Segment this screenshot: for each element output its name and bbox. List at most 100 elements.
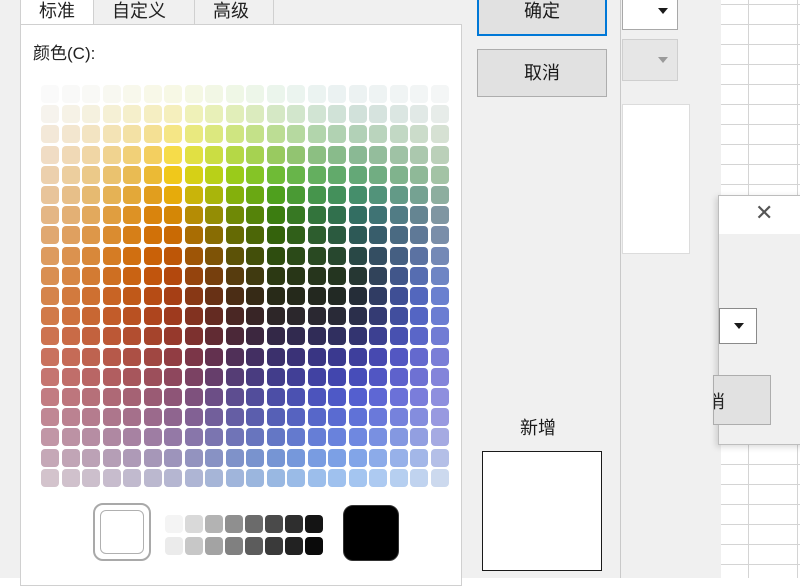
color-swatch[interactable] bbox=[61, 307, 80, 326]
color-swatch[interactable] bbox=[102, 367, 121, 386]
color-swatch[interactable] bbox=[123, 85, 141, 103]
color-swatch[interactable] bbox=[82, 266, 100, 285]
color-swatch[interactable] bbox=[205, 307, 223, 326]
color-swatch[interactable] bbox=[225, 145, 244, 164]
color-swatch[interactable] bbox=[287, 448, 305, 467]
color-swatch[interactable] bbox=[328, 165, 346, 184]
color-swatch[interactable] bbox=[369, 145, 387, 164]
color-swatch[interactable] bbox=[307, 468, 326, 487]
color-swatch[interactable] bbox=[82, 388, 100, 406]
color-swatch[interactable] bbox=[205, 206, 223, 225]
color-swatch[interactable] bbox=[123, 468, 141, 487]
color-swatch[interactable] bbox=[184, 388, 203, 406]
color-swatch[interactable] bbox=[246, 186, 264, 204]
color-swatch[interactable] bbox=[205, 266, 223, 285]
color-swatch[interactable] bbox=[389, 388, 408, 406]
gray-swatch[interactable] bbox=[285, 515, 303, 533]
color-swatch[interactable] bbox=[307, 226, 326, 245]
color-swatch[interactable] bbox=[184, 266, 203, 285]
color-swatch[interactable] bbox=[307, 327, 326, 346]
color-swatch[interactable] bbox=[348, 448, 367, 467]
color-swatch[interactable] bbox=[205, 105, 223, 124]
color-swatch[interactable] bbox=[123, 367, 141, 386]
color-swatch[interactable] bbox=[143, 145, 162, 164]
color-swatch[interactable] bbox=[266, 85, 285, 103]
gray-swatch[interactable] bbox=[305, 515, 323, 533]
color-swatch[interactable] bbox=[328, 125, 346, 144]
color-swatch[interactable] bbox=[307, 246, 326, 265]
color-swatch[interactable] bbox=[225, 408, 244, 427]
color-swatch[interactable] bbox=[41, 388, 59, 406]
color-swatch[interactable] bbox=[328, 246, 346, 265]
color-swatch[interactable] bbox=[41, 105, 59, 124]
color-swatch[interactable] bbox=[225, 448, 244, 467]
color-swatch[interactable] bbox=[184, 367, 203, 386]
color-swatch[interactable] bbox=[41, 448, 59, 467]
color-swatch[interactable] bbox=[266, 226, 285, 245]
tab-custom[interactable]: 自定义 bbox=[93, 0, 195, 24]
color-swatch[interactable] bbox=[143, 388, 162, 406]
color-swatch[interactable] bbox=[266, 347, 285, 366]
color-swatch[interactable] bbox=[102, 125, 121, 144]
color-swatch[interactable] bbox=[246, 468, 264, 487]
color-swatch[interactable] bbox=[205, 408, 223, 427]
color-swatch[interactable] bbox=[205, 367, 223, 386]
color-swatch[interactable] bbox=[225, 287, 244, 305]
color-swatch[interactable] bbox=[307, 367, 326, 386]
color-swatch[interactable] bbox=[184, 246, 203, 265]
color-swatch[interactable] bbox=[41, 408, 59, 427]
cancel-button[interactable]: 取消 bbox=[477, 49, 607, 97]
color-swatch[interactable] bbox=[41, 367, 59, 386]
color-swatch[interactable] bbox=[41, 347, 59, 366]
color-swatch[interactable] bbox=[225, 388, 244, 406]
color-swatch[interactable] bbox=[123, 125, 141, 144]
color-swatch[interactable] bbox=[410, 307, 428, 326]
color-swatch[interactable] bbox=[389, 125, 408, 144]
color-swatch[interactable] bbox=[348, 388, 367, 406]
color-swatch[interactable] bbox=[307, 165, 326, 184]
color-swatch[interactable] bbox=[102, 246, 121, 265]
color-swatch[interactable] bbox=[61, 145, 80, 164]
tab-advanced[interactable]: 高级 bbox=[194, 0, 274, 24]
color-swatch[interactable] bbox=[102, 468, 121, 487]
color-swatch[interactable] bbox=[225, 246, 244, 265]
gray-swatch[interactable] bbox=[225, 537, 243, 555]
color-swatch[interactable] bbox=[225, 105, 244, 124]
color-swatch[interactable] bbox=[430, 105, 449, 124]
color-swatch[interactable] bbox=[82, 448, 100, 467]
color-swatch[interactable] bbox=[82, 165, 100, 184]
color-swatch[interactable] bbox=[225, 266, 244, 285]
color-swatch[interactable] bbox=[102, 206, 121, 225]
color-swatch[interactable] bbox=[143, 428, 162, 447]
color-swatch[interactable] bbox=[410, 165, 428, 184]
color-swatch[interactable] bbox=[410, 125, 428, 144]
color-swatch[interactable] bbox=[61, 428, 80, 447]
color-swatch[interactable] bbox=[246, 428, 264, 447]
color-swatch[interactable] bbox=[287, 367, 305, 386]
color-swatch[interactable] bbox=[348, 186, 367, 204]
color-swatch[interactable] bbox=[348, 145, 367, 164]
gray-swatch[interactable] bbox=[265, 515, 283, 533]
color-swatch[interactable] bbox=[369, 428, 387, 447]
color-swatch[interactable] bbox=[307, 206, 326, 225]
ok-button[interactable]: 确定 bbox=[477, 0, 607, 36]
color-swatch[interactable] bbox=[184, 307, 203, 326]
color-swatch[interactable] bbox=[348, 428, 367, 447]
color-swatch[interactable] bbox=[102, 186, 121, 204]
color-swatch[interactable] bbox=[205, 448, 223, 467]
color-swatch[interactable] bbox=[41, 145, 59, 164]
color-swatch[interactable] bbox=[102, 226, 121, 245]
color-swatch[interactable] bbox=[328, 347, 346, 366]
color-swatch[interactable] bbox=[102, 165, 121, 184]
color-swatch[interactable] bbox=[246, 287, 264, 305]
color-swatch[interactable] bbox=[430, 246, 449, 265]
color-swatch[interactable] bbox=[287, 388, 305, 406]
color-swatch[interactable] bbox=[205, 327, 223, 346]
color-swatch[interactable] bbox=[61, 327, 80, 346]
color-swatch[interactable] bbox=[307, 125, 326, 144]
color-swatch[interactable] bbox=[246, 85, 264, 103]
color-swatch[interactable] bbox=[61, 165, 80, 184]
color-swatch[interactable] bbox=[246, 388, 264, 406]
gray-swatch[interactable] bbox=[245, 537, 263, 555]
color-swatch[interactable] bbox=[266, 367, 285, 386]
